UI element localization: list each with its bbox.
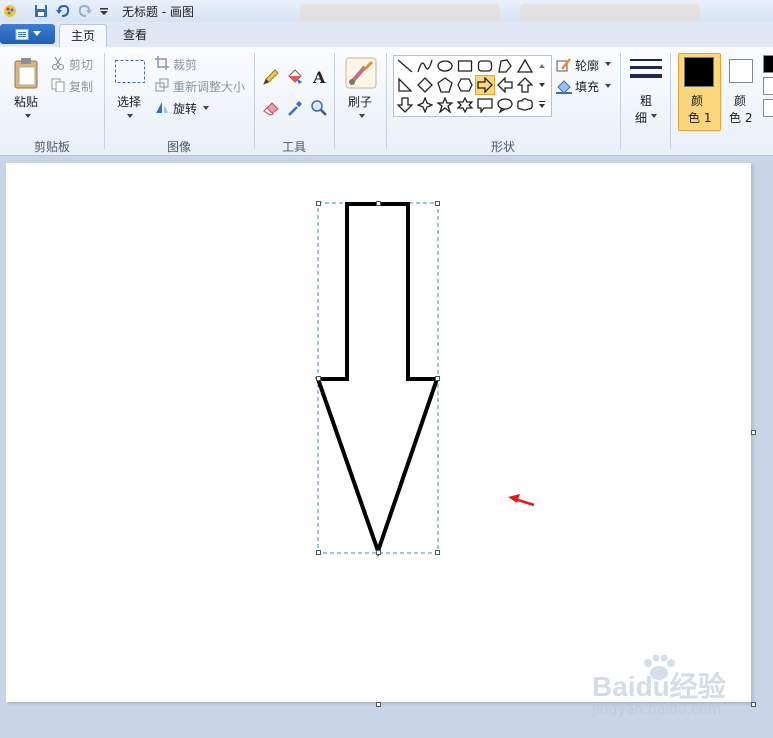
resize-handle[interactable] [316,550,321,555]
resize-handle[interactable] [435,550,440,555]
resize-handle[interactable] [376,550,381,555]
drawn-down-arrow-shape[interactable] [315,202,440,558]
baidu-watermark: Baidu经验 jingyan.baidu.com [590,655,765,718]
red-annotation-arrowhead [508,494,520,503]
drawing-layer [315,202,535,558]
watermark-url: jingyan.baidu.com [592,702,722,718]
resize-handle[interactable] [316,201,321,206]
resize-handle[interactable] [316,376,321,381]
resize-handle[interactable] [435,201,440,206]
canvas-resize-handle[interactable] [376,702,381,707]
resize-handle[interactable] [376,201,381,206]
canvas-resize-handle[interactable] [751,430,756,435]
watermark-logo-text: Baidu经验 [592,671,726,702]
resize-handle[interactable] [435,376,440,381]
